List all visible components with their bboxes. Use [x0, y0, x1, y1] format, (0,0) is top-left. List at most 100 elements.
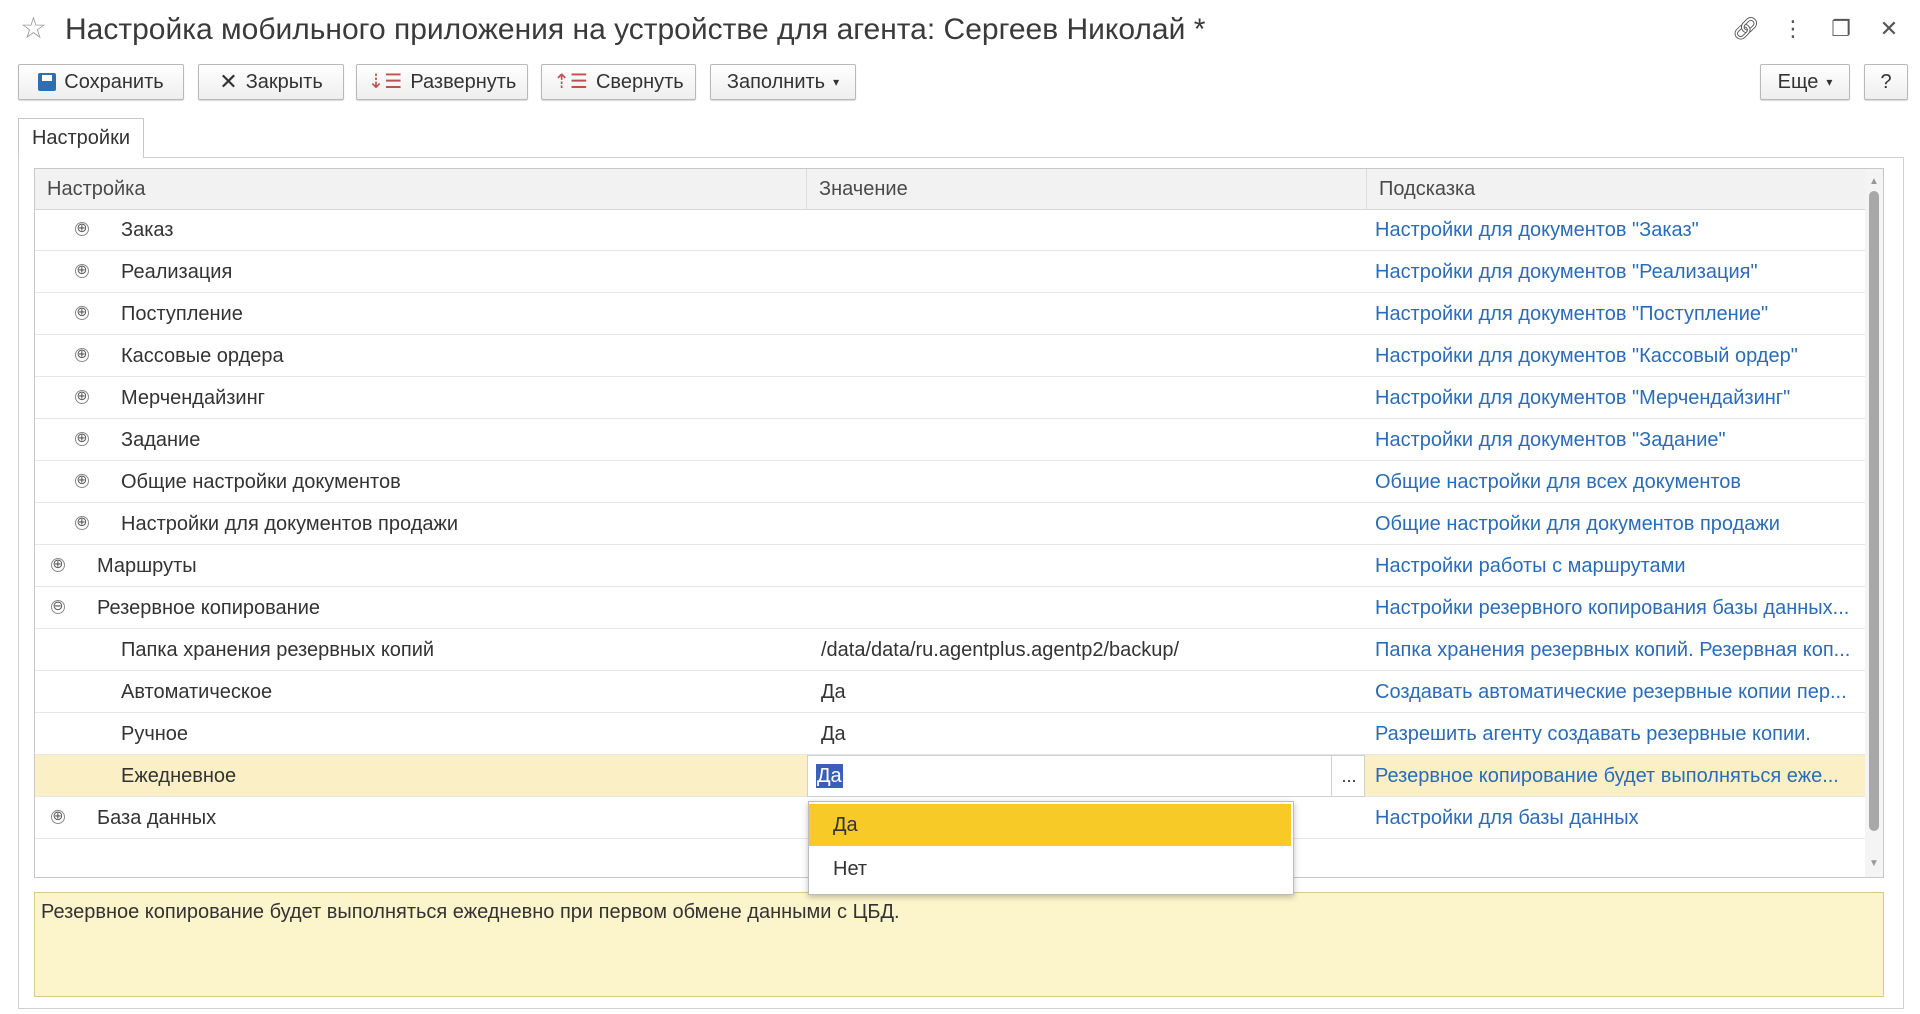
table-row[interactable]: ⊕ Реализация Настройки для документов "Реа… — [35, 251, 1867, 293]
table-row[interactable]: ⊕ Маршруты Настройки работы с маршрутами — [35, 545, 1867, 587]
setting-hint-link[interactable]: Папка хранения резервных копий. Резервна… — [1375, 629, 1865, 671]
table-row[interactable]: ⊕ Общие настройки документов Общие настрой… — [35, 461, 1867, 503]
chevron-down-icon: ▾ — [833, 75, 840, 89]
table-row[interactable]: ⊕ Задание Настройки для документов "Задани… — [35, 419, 1867, 461]
setting-value[interactable]: /data/data/ru.agentplus.agentp2/backup/ — [815, 629, 1365, 671]
setting-name: Общие настройки документов — [121, 471, 401, 493]
value-edit-field[interactable]: Да — [807, 755, 1365, 797]
column-header-value[interactable]: Значение — [807, 169, 1367, 209]
vertical-scrollbar[interactable]: ▲ ▼ — [1865, 169, 1883, 877]
expand-node-icon[interactable]: ⊕ — [51, 810, 65, 824]
table-header: Настройка Значение Подсказка — [35, 169, 1867, 210]
setting-hint-link[interactable]: Настройки для документов "Мерчендайзинг" — [1375, 377, 1865, 419]
dropdown-option-yes[interactable]: Да — [809, 804, 1291, 846]
table-row[interactable]: ⊕ Кассовые ордера Настройки для документов… — [35, 335, 1867, 377]
more-vertical-icon[interactable]: ⋮ — [1780, 14, 1806, 44]
title-bar: ☆ Настройка мобильного приложения на уст… — [0, 0, 1920, 60]
select-button-icon[interactable]: ... — [1331, 755, 1366, 797]
expand-node-icon[interactable]: ⊕ — [75, 306, 89, 320]
setting-value[interactable]: Да — [815, 671, 1365, 713]
save-button[interactable]: Сохранить — [18, 64, 184, 100]
setting-value[interactable] — [815, 461, 1365, 503]
table-row[interactable]: Ручное Да Разрешить агенту создавать резер… — [35, 713, 1867, 755]
setting-value[interactable] — [815, 503, 1365, 545]
table-row[interactable]: Папка хранения резервных копий/data/data… — [35, 629, 1867, 671]
expand-node-icon[interactable]: ⊕ — [75, 432, 89, 446]
setting-value[interactable] — [815, 251, 1365, 293]
close-button[interactable]: ✕ Закрыть — [198, 64, 344, 100]
setting-hint-link[interactable]: Настройки для документов "Кассовый ордер… — [1375, 335, 1865, 377]
setting-hint-link[interactable]: Настройки для документов "Заказ" — [1375, 209, 1865, 251]
table-row[interactable]: ⊕ Настройки для документов продажи Общие н… — [35, 503, 1867, 545]
help-button[interactable]: ? — [1864, 64, 1908, 100]
fill-dropdown-button[interactable]: Заполнить ▾ — [710, 64, 856, 100]
expand-node-icon[interactable]: ⊕ — [75, 390, 89, 404]
setting-hint-link[interactable]: Настройки для документов "Реализация" — [1375, 251, 1865, 293]
settings-table: Настройка Значение Подсказка ⊕ Заказ Настр… — [34, 168, 1884, 878]
setting-value[interactable] — [815, 335, 1365, 377]
expand-node-icon[interactable]: ⊕ — [75, 474, 89, 488]
setting-hint-link[interactable]: Общие настройки для всех документов — [1375, 461, 1865, 503]
setting-value[interactable] — [815, 545, 1365, 587]
setting-value[interactable] — [815, 377, 1365, 419]
more-button-label: Еще — [1777, 70, 1819, 93]
setting-hint-link[interactable]: Настройки для документов "Задание" — [1375, 419, 1865, 461]
table-row[interactable]: Автоматическое Да Создавать автоматические… — [35, 671, 1867, 713]
setting-hint-link[interactable]: Общие настройки для документов продажи — [1375, 503, 1865, 545]
setting-hint-link[interactable]: Настройки резервного копирования базы да… — [1375, 587, 1865, 629]
hint-text-box: Резервное копирование будет выполняться … — [34, 892, 1884, 997]
scroll-down-icon[interactable]: ▼ — [1865, 855, 1883, 873]
collapse-button[interactable]: ⇡☰ Свернуть — [541, 64, 696, 100]
setting-value[interactable] — [815, 419, 1365, 461]
setting-name: Заказ — [121, 219, 174, 241]
window-controls: 🔗︎ ⋮ ❐ ✕ — [1732, 14, 1902, 44]
table-row[interactable]: ⊖ Резервное копирование Настройки резервно… — [35, 587, 1867, 629]
setting-name: Мерчендайзинг — [121, 387, 265, 409]
expand-node-icon[interactable]: ⊕ — [51, 558, 65, 572]
setting-hint-link[interactable]: Настройки работы с маршрутами — [1375, 545, 1865, 587]
tab-settings[interactable]: Настройки — [18, 118, 144, 158]
window-title: Настройка мобильного приложения на устро… — [65, 13, 1206, 46]
setting-name: Настройки для документов продажи — [121, 513, 459, 535]
setting-hint-link[interactable]: Разрешить агенту создавать резервные коп… — [1375, 713, 1865, 755]
setting-value[interactable] — [815, 293, 1365, 335]
expand-button-label: Развернуть — [410, 70, 517, 93]
expand-button[interactable]: ⇣☰ Развернуть — [356, 64, 528, 100]
table-row[interactable]: ⊕ Мерчендайзинг Настройки для документов "… — [35, 377, 1867, 419]
collapse-node-icon[interactable]: ⊖ — [51, 600, 65, 614]
setting-name: Ежедневное — [121, 765, 237, 787]
table-row[interactable]: ⊕ Заказ Настройки для документов "Заказ" — [35, 209, 1867, 251]
expand-node-icon[interactable]: ⊕ — [75, 348, 89, 362]
close-icon[interactable]: ✕ — [1876, 14, 1902, 44]
help-button-label: ? — [1880, 70, 1892, 93]
expand-node-icon[interactable]: ⊕ — [75, 222, 89, 236]
expand-node-icon[interactable]: ⊕ — [75, 516, 89, 530]
setting-value[interactable] — [815, 209, 1365, 251]
expand-node-icon[interactable]: ⊕ — [75, 264, 89, 278]
setting-value[interactable]: Да — [815, 713, 1365, 755]
link-icon[interactable]: 🔗︎ — [1732, 14, 1760, 44]
setting-hint-link[interactable]: Настройки для базы данных — [1375, 797, 1865, 839]
restore-icon[interactable]: ❐ — [1828, 14, 1854, 44]
close-x-icon: ✕ — [219, 69, 238, 94]
scroll-up-icon[interactable]: ▲ — [1865, 173, 1883, 191]
expand-icon: ⇣☰ — [367, 71, 403, 93]
column-header-setting[interactable]: Настройка — [35, 169, 807, 209]
fill-button-label: Заполнить — [726, 70, 826, 93]
star-icon[interactable]: ☆ — [20, 12, 47, 46]
dropdown-option-no[interactable]: Нет — [809, 848, 1291, 890]
table-row[interactable]: ⊕ Поступление Настройки для документов "По… — [35, 293, 1867, 335]
tab-settings-label: Настройки — [31, 127, 131, 149]
scrollbar-thumb[interactable] — [1869, 191, 1879, 831]
save-button-label: Сохранить — [64, 70, 164, 93]
value-dropdown-list: Да Нет — [808, 801, 1294, 895]
column-header-hint[interactable]: Подсказка — [1367, 169, 1867, 209]
collapse-button-label: Свернуть — [595, 70, 684, 93]
setting-hint-link[interactable]: Создавать автоматические резервные копии… — [1375, 671, 1865, 713]
table-row[interactable]: Ежедневное Да... Резервное копирование буд… — [35, 755, 1867, 797]
setting-value[interactable] — [815, 587, 1365, 629]
setting-name: Кассовые ордера — [121, 345, 284, 367]
setting-hint-link[interactable]: Настройки для документов "Поступление" — [1375, 293, 1865, 335]
more-button[interactable]: Еще ▾ — [1760, 64, 1850, 100]
setting-hint-link[interactable]: Резервное копирование будет выполняться … — [1375, 755, 1865, 797]
